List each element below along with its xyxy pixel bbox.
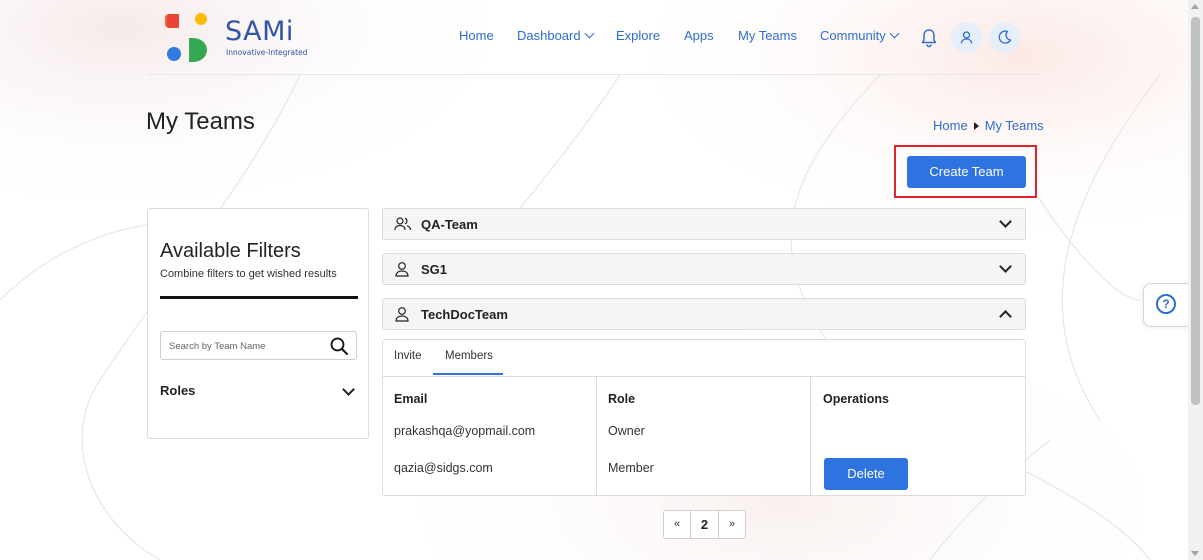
brand-name: SAMi	[225, 16, 294, 47]
nav-home[interactable]: Home	[459, 28, 494, 43]
user-icon	[395, 262, 409, 277]
team-accordion-qa-team[interactable]: QA-Team	[382, 208, 1026, 240]
roles-filter-label[interactable]: Roles	[160, 383, 195, 398]
breadcrumb: Home My Teams	[933, 118, 1044, 133]
member-email: qazia@sidgs.com	[394, 461, 493, 475]
page-scrollbar[interactable]	[1188, 0, 1203, 560]
filters-title: Available Filters	[160, 240, 301, 262]
pagination-prev[interactable]: «	[664, 511, 691, 538]
header-divider	[147, 74, 1039, 75]
team-detail-panel: Invite Members Email Role Operations pra…	[382, 339, 1026, 496]
breadcrumb-home[interactable]: Home	[933, 118, 968, 133]
breadcrumb-current[interactable]: My Teams	[985, 118, 1044, 133]
pagination: « 2 »	[663, 510, 746, 539]
nav-dashboard-label: Dashboard	[517, 28, 581, 43]
column-header-role: Role	[608, 392, 636, 406]
help-icon: ?	[1156, 294, 1176, 314]
tab-invite[interactable]: Invite	[394, 350, 422, 362]
column-header-operations: Operations	[823, 392, 889, 406]
chevron-up-icon	[999, 310, 1012, 323]
moon-icon	[998, 30, 1012, 44]
nav-explore[interactable]: Explore	[616, 28, 660, 43]
nav-dashboard[interactable]: Dashboard	[517, 28, 595, 43]
member-role: Owner	[608, 424, 645, 438]
chevron-down-icon[interactable]	[342, 383, 355, 396]
team-search-input[interactable]	[169, 338, 319, 354]
nav-my-teams[interactable]: My Teams	[738, 28, 797, 43]
column-divider	[810, 376, 811, 496]
logo-mark-icon	[165, 13, 207, 62]
nav-home-label: Home	[459, 28, 494, 43]
pagination-page[interactable]: 2	[691, 511, 719, 538]
chevron-down-icon	[999, 260, 1012, 273]
nav-my-teams-label: My Teams	[738, 28, 797, 43]
nav-apps-label: Apps	[684, 28, 714, 43]
team-name: TechDocTeam	[421, 307, 508, 322]
create-team-button[interactable]: Create Team	[907, 156, 1026, 188]
user-icon	[960, 31, 973, 44]
scroll-down-icon[interactable]	[1191, 551, 1199, 556]
column-divider	[596, 376, 597, 496]
help-button[interactable]: ?	[1143, 283, 1190, 327]
brand-tagline: Innovative-Integrated	[226, 48, 308, 57]
team-accordion-sg1[interactable]: SG1	[382, 253, 1026, 285]
sami-logo[interactable]: SAMi Innovative-Integrated	[165, 12, 310, 64]
theme-toggle-button[interactable]	[989, 22, 1020, 53]
page-title: My Teams	[146, 108, 255, 135]
team-name: SG1	[421, 262, 448, 277]
chevron-down-icon	[999, 215, 1012, 228]
filters-divider	[160, 296, 358, 299]
team-tabs: Invite Members	[383, 340, 1025, 377]
filters-panel: Available Filters Combine filters to get…	[147, 208, 369, 439]
delete-member-button[interactable]: Delete	[824, 458, 908, 490]
member-email: prakashqa@yopmail.com	[394, 424, 536, 438]
column-header-email: Email	[394, 392, 428, 406]
users-icon	[394, 217, 412, 231]
team-name: QA-Team	[421, 217, 478, 232]
chevron-down-icon	[584, 28, 595, 39]
nav-explore-label: Explore	[616, 28, 661, 43]
scroll-up-icon[interactable]	[1191, 4, 1199, 9]
chevron-down-icon	[889, 28, 900, 39]
bell-icon[interactable]	[920, 28, 938, 48]
search-icon[interactable]	[329, 336, 349, 356]
nav-apps[interactable]: Apps	[684, 28, 714, 43]
nav-community-label: Community	[820, 28, 886, 43]
tab-members[interactable]: Members	[445, 350, 493, 362]
breadcrumb-separator-icon	[973, 122, 979, 130]
team-accordion-techdocteam[interactable]: TechDocTeam	[382, 298, 1026, 330]
filters-subtitle: Combine filters to get wished results	[160, 268, 337, 280]
user-icon	[395, 307, 409, 322]
nav-community[interactable]: Community	[820, 28, 900, 43]
team-search-box	[160, 331, 357, 360]
member-role: Member	[608, 461, 654, 475]
profile-button[interactable]	[951, 22, 982, 53]
active-tab-indicator	[433, 373, 503, 375]
scrollbar-thumb[interactable]	[1191, 17, 1200, 405]
pagination-next[interactable]: »	[719, 511, 745, 538]
